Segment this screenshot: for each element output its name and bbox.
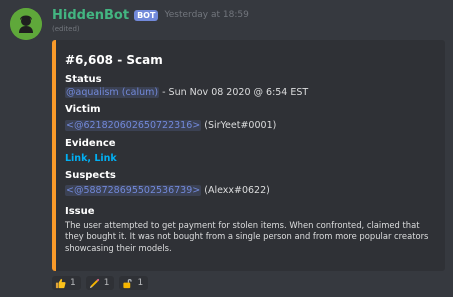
reaction-count: 1 bbox=[103, 278, 110, 288]
embed-title: #6,608 - Scam bbox=[65, 53, 163, 67]
field-suspects-value: <@588728695502536739> (Alexx#0622) bbox=[65, 185, 270, 196]
suspects-text: (Alexx#0622) bbox=[201, 185, 270, 196]
pencil-icon bbox=[89, 278, 99, 288]
status-mention[interactable]: @aquaiism (calum) bbox=[65, 87, 160, 98]
field-suspects-name: Suspects bbox=[65, 170, 116, 181]
reactions: 1 1 1 bbox=[52, 276, 153, 290]
field-issue-value: The user attempted to get payment for st… bbox=[65, 220, 429, 253]
field-evidence-name: Evidence bbox=[65, 138, 116, 149]
field-status-name: Status bbox=[65, 74, 102, 85]
evidence-link-1[interactable]: Link bbox=[65, 153, 87, 164]
suspects-mention[interactable]: <@588728695502536739> bbox=[65, 185, 202, 196]
timestamp: Yesterday at 18:59 bbox=[164, 10, 249, 20]
reaction-thumbs-up[interactable]: 1 bbox=[52, 276, 81, 290]
victim-mention[interactable]: <@621820602650722316> bbox=[65, 120, 202, 131]
edited-label: (edited) bbox=[52, 25, 80, 33]
bot-avatar-icon bbox=[10, 8, 42, 40]
field-status-value: @aquaiism (calum) - Sun Nov 08 2020 @ 6:… bbox=[65, 87, 308, 98]
victim-text: (SirYeet#0001) bbox=[201, 120, 277, 131]
field-victim-name: Victim bbox=[65, 104, 101, 115]
thumbs-up-icon bbox=[55, 278, 66, 288]
status-text: - Sun Nov 08 2020 @ 6:54 EST bbox=[159, 87, 309, 98]
embed: #6,608 - Scam Status @aquaiism (calum) -… bbox=[52, 40, 445, 271]
evidence-link-2[interactable]: Link bbox=[94, 153, 116, 164]
unlocked-icon bbox=[123, 278, 133, 288]
avatar[interactable] bbox=[10, 8, 42, 40]
message-header: HiddenBot BOT Yesterday at 18:59 bbox=[52, 7, 249, 23]
field-victim-value: <@621820602650722316> (SirYeet#0001) bbox=[65, 120, 276, 131]
reaction-unlocked[interactable]: 1 bbox=[119, 276, 149, 290]
reaction-count: 1 bbox=[70, 278, 76, 288]
field-issue-name: Issue bbox=[65, 206, 95, 217]
bot-tag: BOT bbox=[134, 9, 159, 21]
field-evidence-value: Link, Link bbox=[65, 153, 117, 164]
reaction-count: 1 bbox=[137, 278, 144, 288]
reaction-pencil[interactable]: 1 bbox=[85, 276, 115, 290]
username[interactable]: HiddenBot bbox=[52, 8, 129, 23]
